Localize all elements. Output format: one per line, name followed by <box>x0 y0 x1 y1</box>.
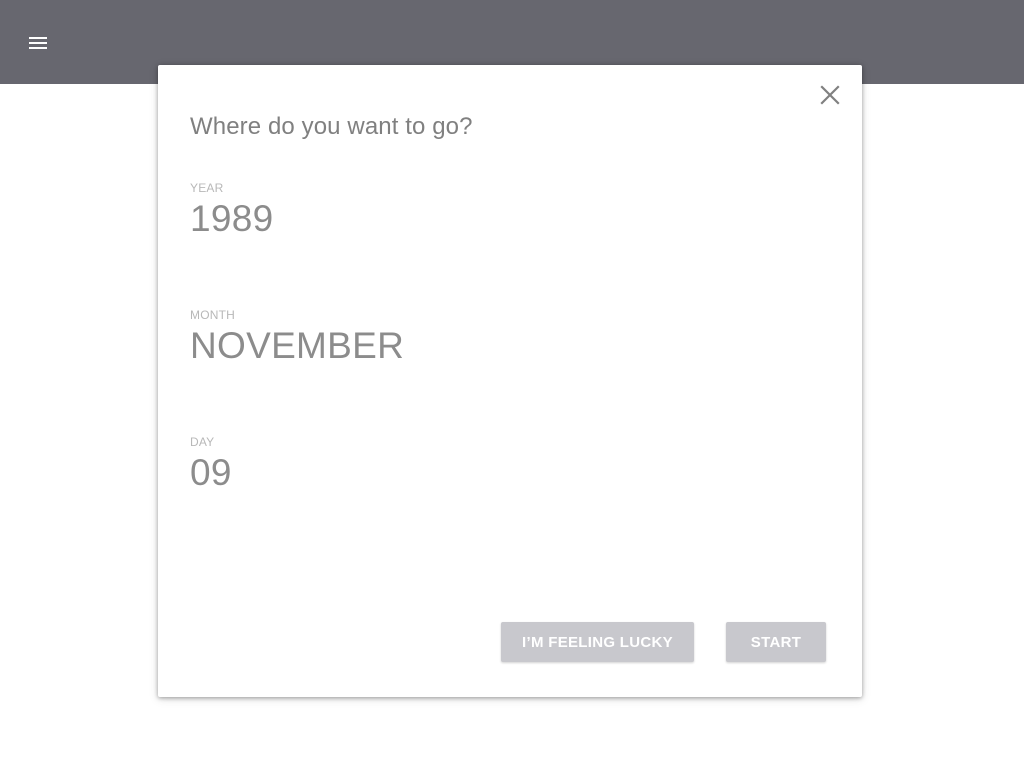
month-field: MONTH NOVEMBER <box>190 308 690 368</box>
month-label: MONTH <box>190 308 235 322</box>
day-field: DAY 09 <box>190 435 690 495</box>
month-input[interactable]: NOVEMBER <box>190 324 690 368</box>
menu-button[interactable] <box>24 29 52 57</box>
day-input[interactable]: 09 <box>190 451 690 495</box>
close-button[interactable] <box>816 83 844 111</box>
dialog-title: Where do you want to go? <box>190 113 473 140</box>
year-field: YEAR 1989 <box>190 181 690 241</box>
feeling-lucky-button[interactable]: I’M FEELING LUCKY <box>501 622 694 662</box>
start-button[interactable]: START <box>726 622 826 662</box>
day-label: DAY <box>190 435 215 449</box>
year-label: YEAR <box>190 181 224 195</box>
close-icon <box>820 84 840 110</box>
destination-dialog: Where do you want to go? YEAR 1989 MONTH… <box>158 65 862 697</box>
year-input[interactable]: 1989 <box>190 197 690 241</box>
menu-icon <box>29 37 47 49</box>
